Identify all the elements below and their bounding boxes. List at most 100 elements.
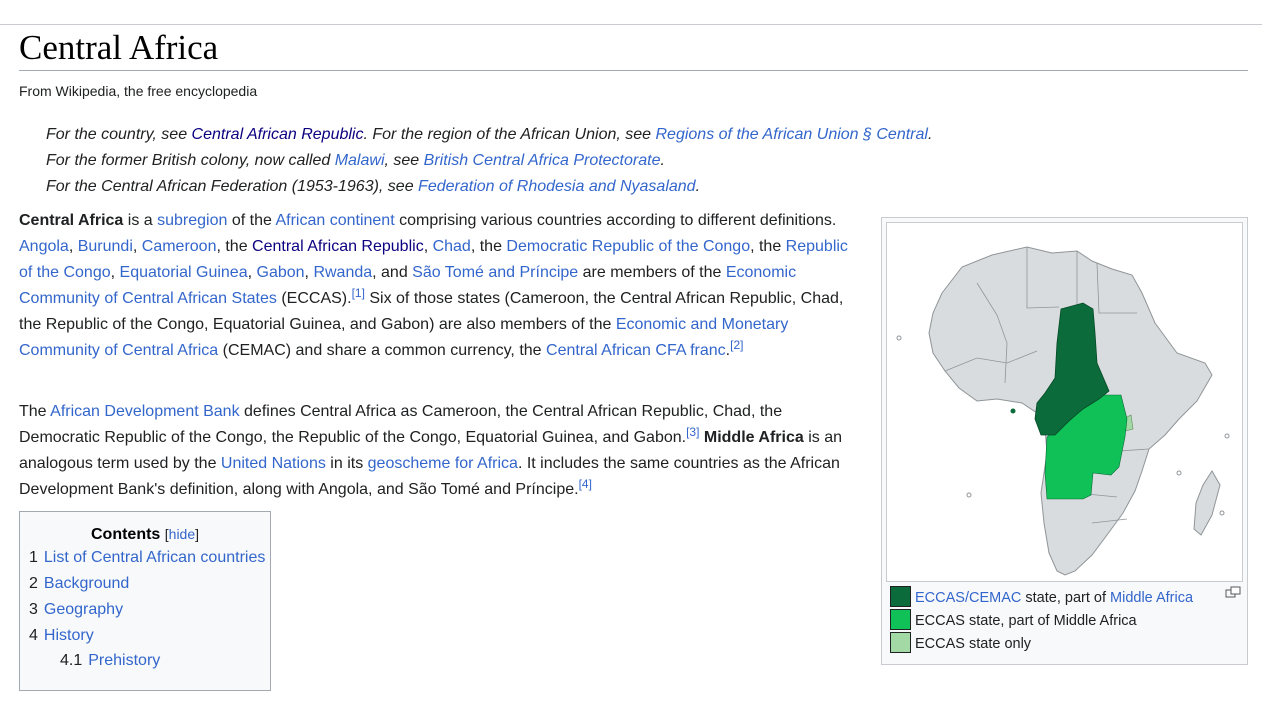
link-equatorial-guinea[interactable]: Equatorial Guinea [120, 264, 248, 281]
hatnote-text: For the country, see [46, 126, 192, 143]
toc-item[interactable]: 1 List of Central African countries [20, 545, 270, 571]
hatnote: For the former British colony, now calle… [46, 150, 1046, 176]
africa-map-image [896, 246, 1230, 576]
link-regions-african-union[interactable]: Regions of the African Union § Central [656, 126, 928, 143]
toc-number: 4.1 [60, 652, 83, 669]
reference-3[interactable]: [3] [686, 425, 699, 439]
link-african-development-bank[interactable]: African Development Bank [50, 403, 239, 420]
toc-item[interactable]: 2 Background [20, 571, 270, 597]
text: , [132, 238, 142, 255]
toc-item[interactable]: 4 History [20, 623, 270, 649]
title-underline [19, 70, 1248, 71]
toc-number: 2 [29, 575, 38, 592]
definition-paragraph: The African Development Bank defines Cen… [19, 399, 861, 503]
table-of-contents: Contents [hide] 1 List of Central African… [19, 511, 271, 691]
magnify-icon[interactable] [1225, 586, 1241, 598]
link-malawi[interactable]: Malawi [335, 152, 385, 169]
text: , the [216, 238, 253, 255]
toc-link-prehistory[interactable]: Prehistory [88, 652, 160, 669]
link-gabon[interactable]: Gabon [257, 264, 305, 281]
bold-term: Middle Africa [703, 429, 804, 446]
text: , [110, 264, 120, 281]
hatnote: For the country, see Central African Rep… [46, 124, 1046, 150]
text: , the [750, 238, 786, 255]
legend-swatch-green [890, 608, 911, 630]
link-british-central-africa[interactable]: British Central Africa Protectorate [424, 152, 661, 169]
link-sao-tome[interactable]: São Tomé and Príncipe [412, 264, 578, 281]
text: is a [123, 212, 158, 229]
site-subtitle: From Wikipedia, the free encyclopedia [19, 83, 258, 99]
link-subregion[interactable]: subregion [157, 212, 227, 229]
link-geoscheme[interactable]: geoscheme for Africa [368, 455, 518, 472]
link-cameroon[interactable]: Cameroon [142, 238, 217, 255]
text: (ECCAS). [276, 290, 352, 307]
text: in its [325, 455, 368, 472]
text: comprising various countries according t… [394, 212, 837, 229]
link-car[interactable]: Central African Republic [252, 238, 424, 255]
hatnote-text: . [927, 126, 933, 143]
text: , [247, 264, 257, 281]
bold-term: Central Africa [19, 212, 124, 229]
toc-hide-button[interactable]: hide [169, 526, 195, 542]
hatnote: For the Central African Federation (1953… [46, 176, 1046, 202]
island-cape-verde [896, 335, 902, 341]
link-african-continent[interactable]: African continent [275, 212, 394, 229]
text: The [19, 403, 51, 420]
text: , [423, 238, 433, 255]
text: (CEMAC) and share a common currency, the [218, 342, 547, 359]
bracket: ] [195, 526, 200, 542]
text: are members of the [578, 264, 726, 281]
intro-paragraph: Central Africa is a subregion of the Afr… [19, 208, 861, 364]
link-angola[interactable]: Angola [19, 238, 69, 255]
link-drc[interactable]: Democratic Republic of the Congo [506, 238, 750, 255]
link-central-african-republic[interactable]: Central African Republic [192, 126, 364, 143]
toc-link-geography[interactable]: Geography [44, 601, 123, 618]
link-chad[interactable]: Chad [433, 238, 471, 255]
link-united-nations[interactable]: United Nations [221, 455, 326, 472]
toc-number: 3 [29, 601, 38, 618]
toc-link-background[interactable]: Background [44, 575, 129, 592]
toc-subitem[interactable]: 4.1 Prehistory [20, 649, 270, 673]
island-seychelles [1224, 433, 1230, 439]
link-burundi[interactable]: Burundi [78, 238, 133, 255]
page-title: Central Africa [19, 28, 219, 67]
hatnote-text: . For the region of the African Union, s… [363, 126, 656, 143]
link-cfa-franc[interactable]: Central African CFA franc [546, 342, 726, 359]
legend-text: ECCAS state only [915, 636, 1032, 652]
legend-row-eccas-only: ECCAS state only [890, 631, 1032, 655]
hatnote-text: For the Central African Federation (1953… [46, 178, 419, 195]
madagascar [1193, 470, 1221, 536]
text: , the [470, 238, 507, 255]
infobox: ECCAS/CEMAC state, part of Middle Africa… [881, 217, 1248, 665]
reference-4[interactable]: [4] [579, 477, 592, 491]
reference-1[interactable]: [1] [352, 286, 365, 300]
legend-swatch-dark-green [890, 585, 911, 607]
header-divider [0, 24, 1262, 25]
link-rwanda[interactable]: Rwanda [313, 264, 372, 281]
africa-map[interactable] [886, 222, 1243, 582]
toc-link-list-countries[interactable]: List of Central African countries [44, 549, 265, 566]
legend-text: ECCAS state, part of Middle Africa [915, 613, 1137, 629]
legend-text: state, part of [1021, 590, 1111, 606]
legend-row-eccas-middle-africa: ECCAS state, part of Middle Africa [890, 608, 1137, 632]
link-federation-rhodesia[interactable]: Federation of Rhodesia and Nyasaland [418, 178, 696, 195]
toc-toggle: [hide] [165, 526, 199, 542]
hatnote-text: . [695, 178, 701, 195]
island-mauritius [1219, 510, 1225, 516]
hatnote-text: For the former British colony, now calle… [46, 152, 335, 169]
toc-item[interactable]: 3 Geography [20, 597, 270, 623]
text: , and [372, 264, 413, 281]
toc-title: Contents [90, 526, 161, 543]
toc-link-history[interactable]: History [44, 627, 94, 644]
reference-2[interactable]: [2] [730, 338, 743, 352]
link-middle-africa[interactable]: Middle Africa [1110, 590, 1193, 606]
hatnote-text: , see [384, 152, 424, 169]
link-eccas-cemac[interactable]: ECCAS/CEMAC [915, 590, 1021, 606]
toc-number: 1 [29, 549, 38, 566]
hatnotes: For the country, see Central African Rep… [46, 124, 1046, 202]
island-st-helena [966, 492, 972, 498]
text: , [68, 238, 78, 255]
island-comoros [1176, 470, 1182, 476]
toc-header: Contents [hide] [20, 523, 270, 545]
legend-swatch-light-green [890, 631, 911, 653]
